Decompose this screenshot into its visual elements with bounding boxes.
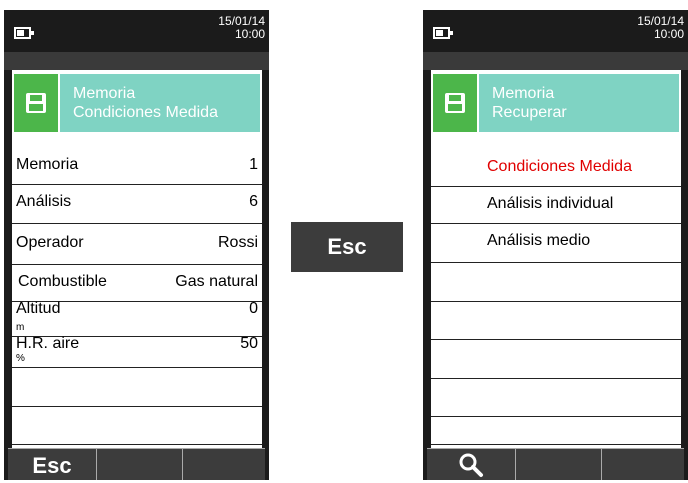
menu-item-analisis-individual[interactable]: Análisis individual (431, 187, 681, 224)
header-title: Memoria Condiciones Medida (60, 74, 260, 132)
menu-item-condiciones-medida[interactable]: Condiciones Medida (431, 150, 681, 187)
esc-softkey[interactable]: Esc (8, 448, 97, 480)
left-device-panel: 15/01/14 10:00 Memoria Condiciones Medid… (4, 10, 269, 480)
row-label: Memoria (16, 156, 79, 173)
status-bar: 15/01/14 10:00 (423, 10, 688, 52)
row-hr-aire[interactable]: H.R. aire 50 % (12, 335, 262, 368)
menu-empty-row (431, 263, 681, 302)
datetime: 15/01/14 10:00 (637, 15, 684, 41)
softkey-2[interactable] (516, 448, 602, 480)
row-value: Gas natural (175, 273, 258, 290)
menu-item-label: Análisis medio (487, 232, 591, 249)
battery-icon (433, 27, 453, 39)
time-text: 10:00 (234, 27, 265, 41)
floppy-disk-icon (14, 74, 58, 132)
row-value: 1 (249, 156, 258, 173)
softkey-3[interactable] (183, 448, 265, 480)
softkey-2[interactable] (97, 448, 183, 480)
battery-icon (14, 27, 34, 39)
header-title-line2: Recuperar (492, 104, 567, 121)
row-unit: % (16, 353, 25, 364)
menu-empty-row (431, 417, 681, 445)
row-altitud[interactable]: Altitud 0 m (12, 300, 262, 337)
row-empty (12, 407, 262, 445)
softkey-bar (423, 448, 688, 480)
row-value: Rossi (217, 234, 258, 251)
row-unit: m (16, 322, 25, 333)
menu-item-analisis-medio[interactable]: Análisis medio (431, 224, 681, 263)
menu-empty-row (431, 379, 681, 417)
status-bar: 15/01/14 10:00 (4, 10, 269, 52)
search-softkey[interactable] (427, 448, 516, 480)
left-screen: Memoria Condiciones Medida Memoria 1 Aná… (12, 70, 262, 448)
menu-empty-row (431, 302, 681, 340)
menu-item-label: Análisis individual (487, 195, 614, 212)
menu-empty-row (431, 340, 681, 379)
header-title-line2: Condiciones Medida (73, 104, 218, 121)
row-empty (12, 368, 262, 407)
screen-header: Memoria Condiciones Medida (14, 74, 260, 132)
status-band (4, 52, 269, 70)
status-band (423, 52, 688, 70)
row-label: Operador (16, 234, 84, 251)
row-analisis[interactable]: Análisis 6 (12, 185, 262, 224)
datetime: 15/01/14 10:00 (218, 15, 265, 41)
row-value: 50 (240, 335, 258, 352)
row-value: 0 (249, 300, 258, 317)
softkey-bar: Esc (4, 448, 269, 480)
screen-header: Memoria Recuperar (433, 74, 679, 132)
header-title-line1: Memoria (73, 85, 136, 102)
row-combustible[interactable]: Combustible Gas natural (12, 265, 262, 302)
esc-button[interactable]: Esc (291, 222, 403, 272)
search-icon (459, 453, 483, 477)
row-value: 6 (249, 193, 258, 210)
row-label: Altitud (16, 300, 61, 317)
row-label: Análisis (16, 193, 72, 210)
right-screen: Memoria Recuperar Condiciones Medida Aná… (431, 70, 681, 448)
header-title-line1: Memoria (492, 85, 555, 102)
softkey-3[interactable] (602, 448, 684, 480)
row-label: Combustible (18, 273, 107, 290)
row-memoria[interactable]: Memoria 1 (12, 150, 262, 185)
row-label: H.R. aire (16, 335, 80, 352)
row-operador[interactable]: Operador Rossi (12, 224, 262, 265)
menu-item-label: Condiciones Medida (487, 158, 632, 175)
floppy-disk-icon (433, 74, 477, 132)
time-text: 10:00 (653, 27, 684, 41)
header-title: Memoria Recuperar (479, 74, 679, 132)
right-device-panel: 15/01/14 10:00 Memoria Recuperar Condici… (423, 10, 688, 480)
